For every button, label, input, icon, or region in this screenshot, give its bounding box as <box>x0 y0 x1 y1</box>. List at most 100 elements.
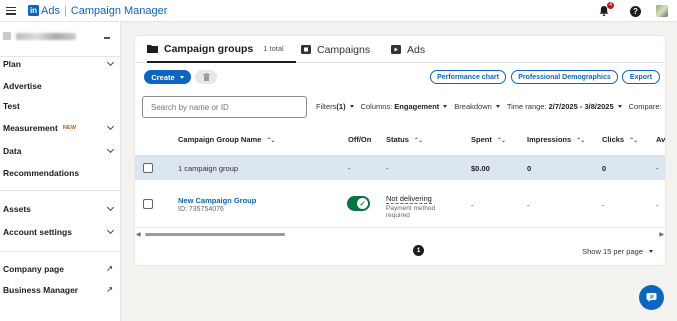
caret-down-icon <box>617 105 622 108</box>
column-header-spent[interactable]: Spent ⌃⌄ <box>471 135 506 144</box>
sidebar-item-label: Measurement <box>3 123 58 133</box>
time-range-value: 2/7/2025 - 3/8/2025 <box>548 102 614 111</box>
notification-badge: 4 <box>606 2 614 9</box>
scroll-right-icon[interactable]: ▶ <box>659 231 664 238</box>
app-title[interactable]: Ads | Campaign Manager <box>41 5 167 17</box>
check-icon: ✓ <box>357 198 368 209</box>
column-header-onoff: Off/On <box>348 135 372 144</box>
create-button[interactable]: Create <box>144 70 191 84</box>
column-header-status[interactable]: Status ⌃⌄ <box>386 135 423 144</box>
filters-label: Filters <box>316 102 337 111</box>
breakdown-dropdown[interactable]: Breakdown <box>454 102 500 111</box>
sort-icon: ⌃⌄ <box>576 138 585 144</box>
row-checkbox[interactable] <box>143 199 153 209</box>
column-label: Impressions <box>527 135 572 144</box>
column-label: Clicks <box>602 135 625 144</box>
sidebar-item-company-page[interactable]: Company page ↗ <box>0 262 121 276</box>
sidebar-item-label: Plan <box>3 59 21 69</box>
sidebar-item-label: Advertise <box>3 81 42 91</box>
summary-impressions: 0 <box>527 164 532 173</box>
summary-status: - <box>386 164 389 173</box>
chevron-down-icon <box>106 58 115 67</box>
performance-chart-button[interactable]: Performance chart <box>430 70 506 84</box>
table-header: Campaign Group Name ⌃⌄ Off/On Status ⌃⌄ Sp… <box>135 125 665 156</box>
tab-bar: Campaign groups 1 total Campaigns Ads <box>135 36 665 63</box>
help-icon[interactable]: ? <box>630 5 641 17</box>
sidebar-item-data[interactable]: Data <box>0 144 121 158</box>
menu-icon[interactable] <box>6 6 16 15</box>
avatar[interactable] <box>656 5 668 17</box>
campaign-icon <box>301 45 311 54</box>
status-not-delivering[interactable]: Not delivering <box>386 194 432 204</box>
folder-icon <box>147 45 158 53</box>
sidebar-divider <box>0 251 121 252</box>
summary-name: 1 campaign group <box>178 164 239 173</box>
caret-down-icon <box>179 75 184 79</box>
sidebar-item-advertise[interactable]: Advertise <box>0 79 121 93</box>
professional-demographics-button[interactable]: Professional Demographics <box>511 70 618 84</box>
status-detail: Payment method <box>386 205 436 212</box>
sidebar-item-label: Business Manager <box>3 285 79 295</box>
campaign-groups-card: Campaign groups 1 total Campaigns Ads Cr… <box>135 36 665 265</box>
breakdown-label: Breakdown <box>454 102 492 111</box>
create-label: Create <box>151 72 175 82</box>
tab-campaign-groups[interactable]: Campaign groups 1 total <box>147 36 296 63</box>
table-row: New Campaign Group ID: 735754076 ✓ Not d… <box>135 180 665 228</box>
filters-count: (1) <box>336 102 346 111</box>
summary-clicks: 0 <box>602 164 607 173</box>
column-header-name[interactable]: Campaign Group Name ⌃⌄ <box>178 135 275 144</box>
sidebar-item-account-settings[interactable]: Account settings <box>0 225 121 239</box>
export-button[interactable]: Export <box>622 70 660 84</box>
campaign-group-id: ID: 735754076 <box>178 206 224 213</box>
tab-campaigns[interactable]: Campaigns <box>301 36 370 63</box>
compare-dropdown[interactable]: Compare: <box>629 102 664 111</box>
sidebar-item-test[interactable]: Test <box>0 99 121 113</box>
row-impressions: - <box>527 201 530 210</box>
row-avg: - <box>656 201 659 210</box>
account-selector[interactable] <box>3 30 83 42</box>
time-range-dropdown[interactable]: Time range: 2/7/2025 - 3/8/2025 <box>507 102 622 111</box>
sort-icon: ⌃⌄ <box>413 138 423 144</box>
search-input[interactable] <box>142 96 307 118</box>
column-header-impressions[interactable]: Impressions ⌃⌄ <box>527 135 585 144</box>
sidebar-item-recommendations[interactable]: Recommendations <box>0 166 121 180</box>
account-name-redacted <box>16 32 76 40</box>
notifications-button[interactable]: 4 <box>598 2 614 17</box>
new-badge: NEW <box>62 125 77 131</box>
filters-dropdown[interactable]: Filters (1) <box>316 102 354 111</box>
sort-icon: ⌃⌄ <box>266 138 275 144</box>
brand-app-name: Campaign Manager <box>70 4 168 17</box>
scroll-left-icon[interactable]: ◀ <box>136 231 141 238</box>
help-chat-button[interactable] <box>639 285 664 310</box>
delete-button[interactable] <box>195 70 217 84</box>
ad-icon <box>391 45 401 54</box>
top-bar: in Ads | Campaign Manager 4 ? <box>0 0 677 22</box>
column-label: Status <box>386 135 409 144</box>
campaign-group-name-link[interactable]: New Campaign Group <box>178 196 256 205</box>
chevron-down-icon <box>106 226 115 235</box>
tab-label: Campaigns <box>317 43 371 56</box>
sidebar-item-measurement[interactable]: Measurement NEW <box>0 121 121 135</box>
chevron-down-icon <box>106 122 115 131</box>
compare-label: Compare: <box>628 102 662 111</box>
page-1-button[interactable]: 1 <box>413 245 424 256</box>
tab-count: 1 total <box>263 44 284 53</box>
per-page-label: Show 15 per page <box>582 247 643 256</box>
collapse-account-icon[interactable] <box>104 37 110 39</box>
chat-bubble-icon <box>646 292 656 302</box>
columns-dropdown[interactable]: Columns: Engagement <box>361 102 448 111</box>
sidebar-item-business-manager[interactable]: Business Manager ↗ <box>0 283 121 297</box>
campaign-group-toggle[interactable]: ✓ <box>347 196 370 211</box>
sidebar-item-assets[interactable]: Assets <box>0 202 121 216</box>
row-spent: - <box>471 201 474 210</box>
scrollbar-thumb[interactable] <box>145 233 285 236</box>
column-header-clicks[interactable]: Clicks ⌃⌄ <box>602 135 638 144</box>
summary-row: 1 campaign group - - $0.00 0 0 - <box>135 156 665 180</box>
sidebar-item-plan[interactable]: Plan <box>0 57 121 71</box>
column-header-avg[interactable]: Av <box>656 135 665 144</box>
tab-ads[interactable]: Ads <box>391 36 425 63</box>
column-label: Spent <box>471 135 492 144</box>
select-all-checkbox[interactable] <box>143 163 153 173</box>
horizontal-scrollbar[interactable]: ◀ ▶ <box>135 230 665 238</box>
per-page-dropdown[interactable]: Show 15 per page <box>582 247 653 256</box>
